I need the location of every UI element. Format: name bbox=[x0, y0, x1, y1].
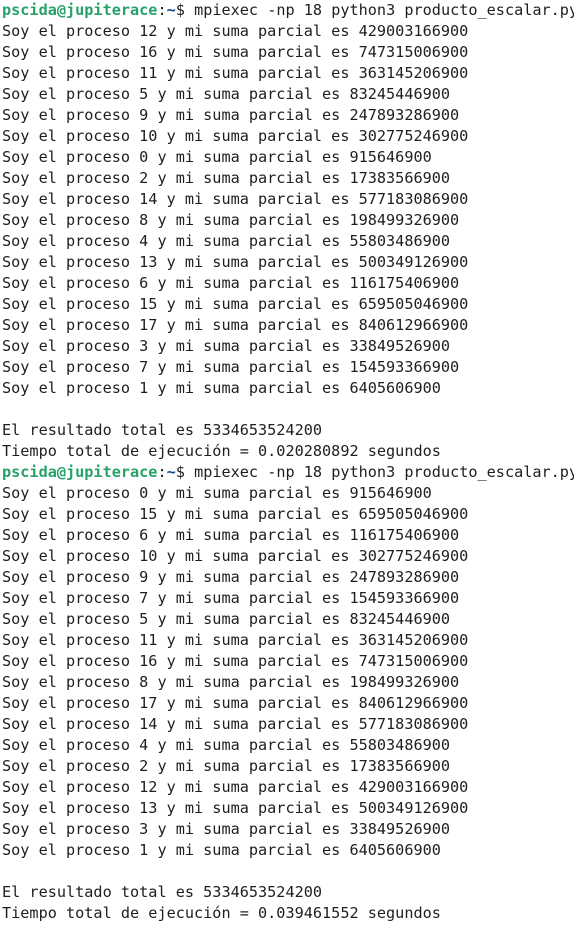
output-line: Soy el proceso 6 y mi suma parcial es 11… bbox=[2, 526, 460, 544]
output-line: Soy el proceso 5 y mi suma parcial es 83… bbox=[2, 85, 451, 103]
prompt-separator: : bbox=[157, 1, 167, 19]
output-line: Soy el proceso 11 y mi suma parcial es 3… bbox=[2, 64, 469, 82]
prompt-line: pscida@jupiterace:~$ mpiexec -np 18 pyth… bbox=[2, 462, 574, 483]
output-line: Soy el proceso 7 y mi suma parcial es 15… bbox=[2, 589, 460, 607]
output-line: Soy el proceso 11 y mi suma parcial es 3… bbox=[2, 631, 469, 649]
prompt-user-host: pscida@jupiterace bbox=[2, 463, 158, 481]
command-text: mpiexec -np 18 python3 producto_escalar.… bbox=[194, 1, 574, 19]
output-line: Soy el proceso 16 y mi suma parcial es 7… bbox=[2, 652, 469, 670]
output-line: Soy el proceso 17 y mi suma parcial es 8… bbox=[2, 694, 469, 712]
prompt-symbol: $ bbox=[175, 1, 195, 19]
output-line: Tiempo total de ejecución = 0.020280892 … bbox=[2, 442, 441, 460]
prompt-separator: : bbox=[157, 463, 167, 481]
terminal-window[interactable]: pscida@jupiterace:~$ mpiexec -np 18 pyth… bbox=[0, 0, 574, 928]
output-line: Soy el proceso 15 y mi suma parcial es 6… bbox=[2, 505, 469, 523]
output-line: Soy el proceso 10 y mi suma parcial es 3… bbox=[2, 127, 469, 145]
output-line: Soy el proceso 14 y mi suma parcial es 5… bbox=[2, 190, 469, 208]
output-line: Soy el proceso 13 y mi suma parcial es 5… bbox=[2, 799, 469, 817]
output-line: Soy el proceso 3 y mi suma parcial es 33… bbox=[2, 337, 451, 355]
output-line: Soy el proceso 14 y mi suma parcial es 5… bbox=[2, 715, 469, 733]
output-line: Soy el proceso 12 y mi suma parcial es 4… bbox=[2, 778, 469, 796]
output-line: Soy el proceso 1 y mi suma parcial es 64… bbox=[2, 379, 441, 397]
prompt-path: ~ bbox=[166, 463, 176, 481]
output-line: Soy el proceso 9 y mi suma parcial es 24… bbox=[2, 568, 460, 586]
output-line: Soy el proceso 0 y mi suma parcial es 91… bbox=[2, 484, 432, 502]
output-line: Soy el proceso 3 y mi suma parcial es 33… bbox=[2, 820, 451, 838]
output-line: Soy el proceso 5 y mi suma parcial es 83… bbox=[2, 610, 451, 628]
output-line: Soy el proceso 4 y mi suma parcial es 55… bbox=[2, 232, 451, 250]
output-line: Soy el proceso 15 y mi suma parcial es 6… bbox=[2, 295, 469, 313]
output-line: Soy el proceso 9 y mi suma parcial es 24… bbox=[2, 106, 460, 124]
output-line: Soy el proceso 1 y mi suma parcial es 64… bbox=[2, 841, 441, 859]
output-line: Soy el proceso 12 y mi suma parcial es 4… bbox=[2, 22, 469, 40]
output-line: Soy el proceso 8 y mi suma parcial es 19… bbox=[2, 211, 460, 229]
output-line: Soy el proceso 13 y mi suma parcial es 5… bbox=[2, 253, 469, 271]
output-line: El resultado total es 5334653524200 bbox=[2, 883, 323, 901]
cursor-line[interactable] bbox=[2, 924, 574, 928]
output-line: Soy el proceso 16 y mi suma parcial es 7… bbox=[2, 43, 469, 61]
output-line: Soy el proceso 2 y mi suma parcial es 17… bbox=[2, 169, 451, 187]
prompt-line: pscida@jupiterace:~$ mpiexec -np 18 pyth… bbox=[2, 0, 574, 21]
output-line: Soy el proceso 8 y mi suma parcial es 19… bbox=[2, 673, 460, 691]
output-line: El resultado total es 5334653524200 bbox=[2, 421, 323, 439]
output-line: Soy el proceso 7 y mi suma parcial es 15… bbox=[2, 358, 460, 376]
output-line: Soy el proceso 0 y mi suma parcial es 91… bbox=[2, 148, 432, 166]
command-text: mpiexec -np 18 python3 producto_escalar.… bbox=[194, 463, 574, 481]
output-line: Soy el proceso 2 y mi suma parcial es 17… bbox=[2, 757, 451, 775]
output-line: Tiempo total de ejecución = 0.039461552 … bbox=[2, 904, 441, 922]
output-line: Soy el proceso 4 y mi suma parcial es 55… bbox=[2, 736, 451, 754]
prompt-user-host: pscida@jupiterace bbox=[2, 1, 158, 19]
output-line: Soy el proceso 17 y mi suma parcial es 8… bbox=[2, 316, 469, 334]
prompt-symbol: $ bbox=[175, 463, 195, 481]
output-line: Soy el proceso 10 y mi suma parcial es 3… bbox=[2, 547, 469, 565]
prompt-path: ~ bbox=[166, 1, 176, 19]
output-line: Soy el proceso 6 y mi suma parcial es 11… bbox=[2, 274, 460, 292]
